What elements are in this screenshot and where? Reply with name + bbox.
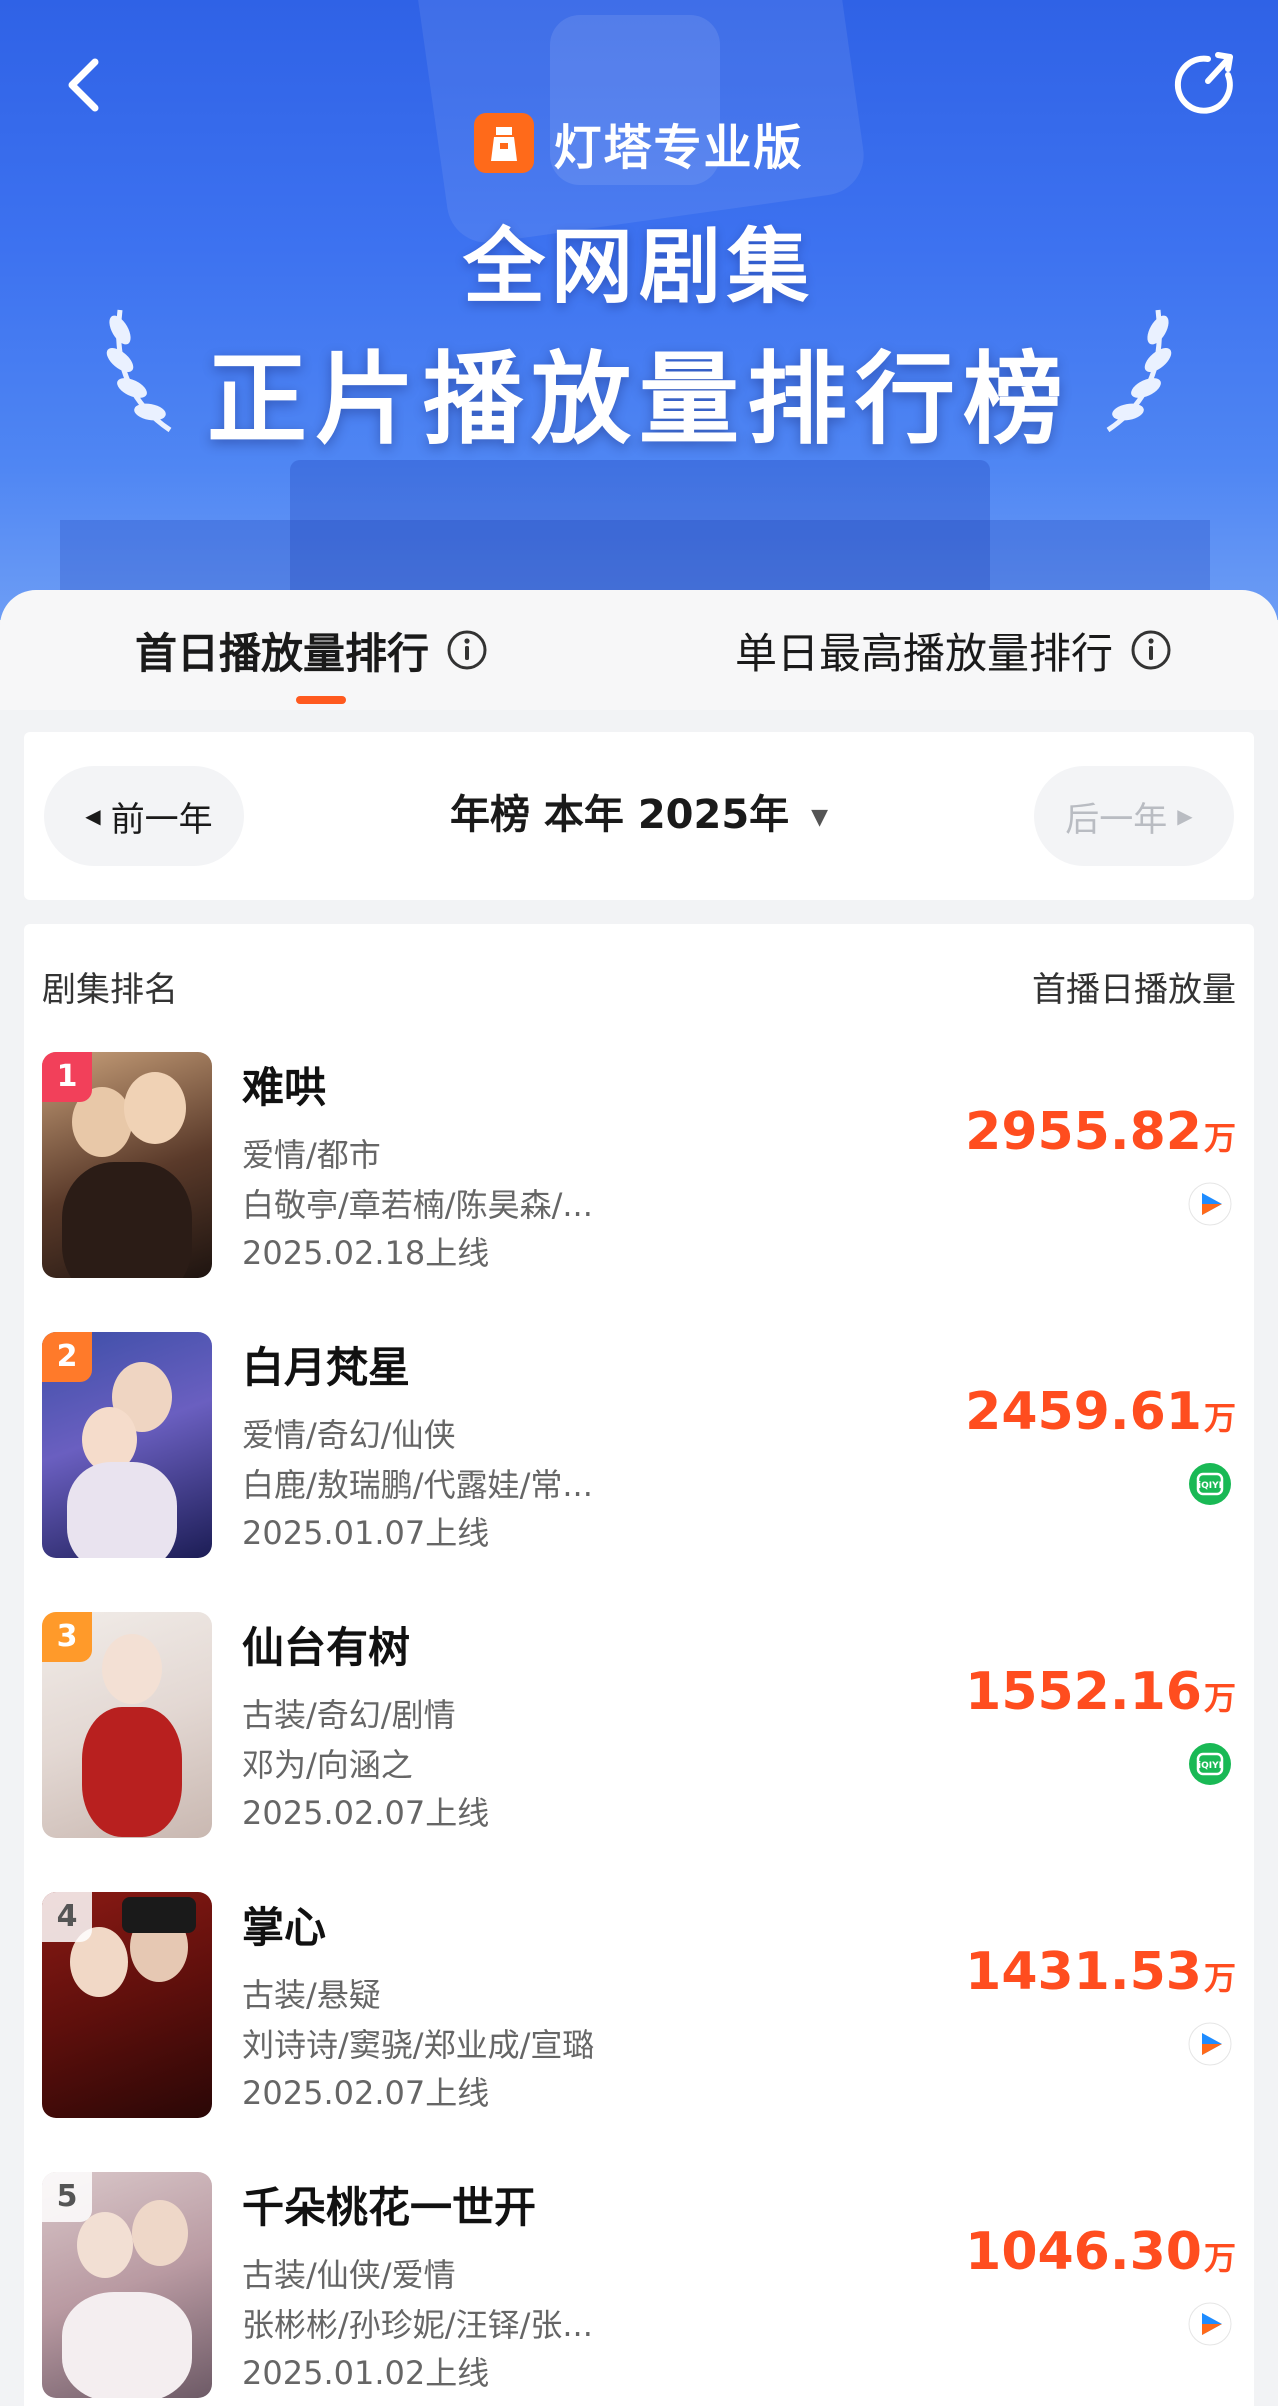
year-selector: ◀ 前一年 年榜 本年 2025年 ▼ 后一年 ▶ [24,732,1254,900]
rank-badge: 1 [42,1052,92,1102]
drama-genre: 古装/悬疑 [242,1976,381,2014]
svg-text:iQIYI: iQIYI [1198,1481,1222,1491]
poster-image: 1 [42,1052,212,1278]
play-count-unit: 万 [1203,1959,1236,1997]
drama-title: 掌心 [242,1903,327,1952]
list-item[interactable]: 4 掌心 古装/悬疑 刘诗诗/窦骁/郑业成/宣璐 2025.02.07上线 14… [42,1892,1236,2122]
drama-genre: 爱情/都市 [242,1136,381,1174]
banner-title-line1: 全网剧集 [462,220,815,315]
play-count: 1046.30万 [965,2222,1236,2282]
next-year-button[interactable]: 后一年 ▶ [1034,766,1234,866]
poster-figure [77,2212,133,2278]
drama-title: 白月梵星 [242,1343,411,1392]
poster-figure [82,1707,182,1837]
poster-figure [67,1462,177,1558]
poster-figure [102,1634,162,1704]
list-item[interactable]: 5 千朵桃花一世开 古装/仙侠/爱情 张彬彬/孙珍妮/汪铎/张... 2025.… [42,2172,1236,2402]
info-icon[interactable] [445,628,489,672]
rank-badge: 4 [42,1892,92,1942]
youku-icon [1188,2302,1232,2346]
column-header-plays: 首播日播放量 [1032,970,1236,1010]
svg-text:iQIYI: iQIYI [1198,1761,1222,1771]
header-banner: 灯塔专业版 全网剧集 正片播放量排行榜 [0,0,1278,620]
poster-image: 2 [42,1332,212,1558]
play-count-value: 2459.61 [965,1382,1202,1442]
release-date: 2025.01.02上线 [242,2354,490,2392]
triangle-right-icon: ▶ [1177,804,1193,828]
poster-figure [122,1897,196,1933]
poster-figure [132,2200,188,2266]
list-header: 剧集排名 首播日播放量 [42,962,1236,1011]
drama-cast: 邓为/向涵之 [242,1746,413,1784]
lighthouse-logo-icon [474,113,535,173]
poster-figure [62,1162,192,1278]
rank-badge: 5 [42,2172,92,2222]
drama-genre: 古装/奇幻/剧情 [242,1696,456,1734]
poster-image: 4 [42,1892,212,2118]
play-count: 1431.53万 [965,1942,1236,2002]
youku-icon [1188,1182,1232,1226]
list-item[interactable]: 3 仙台有树 古装/奇幻/剧情 邓为/向涵之 2025.02.07上线 1552… [42,1612,1236,1842]
release-date: 2025.02.18上线 [242,1234,490,1272]
release-date: 2025.02.07上线 [242,2074,490,2112]
poster-image: 3 [42,1612,212,1838]
youku-icon [1188,2022,1232,2066]
tab-label: 首日播放量排行 [135,628,430,678]
play-count-value: 1552.16 [965,1662,1202,1722]
ranking-list: 剧集排名 首播日播放量 1 难哄 爱情/都市 白敬亭/章若楠/陈昊森/... 2… [24,924,1254,2406]
drama-cast: 白鹿/敖瑞鹏/代露娃/常... [242,1466,593,1504]
iqiyi-icon: iQIYI [1189,1743,1231,1785]
drama-cast: 刘诗诗/窦骁/郑业成/宣璐 [242,2026,595,2064]
drama-genre: 爱情/奇幻/仙侠 [242,1416,456,1454]
play-count-value: 2955.82 [965,1102,1202,1162]
tab-bar: 首日播放量排行 单日最高播放量排行 [0,590,1278,710]
list-item[interactable]: 2 白月梵星 爱情/奇幻/仙侠 白鹿/敖瑞鹏/代露娃/常... 2025.01.… [42,1332,1236,1562]
poster-figure [124,1072,186,1144]
play-count-unit: 万 [1203,2239,1236,2277]
play-count-unit: 万 [1203,1399,1236,1437]
iqiyi-icon: iQIYI [1189,1463,1231,1505]
poster-image: 5 [42,2172,212,2398]
play-count-unit: 万 [1203,1119,1236,1157]
rank-badge: 2 [42,1332,92,1382]
tab-label: 单日最高播放量排行 [735,628,1114,678]
active-tab-indicator [296,696,346,704]
play-count: 2955.82万 [965,1102,1236,1162]
column-header-drama: 剧集排名 [42,970,178,1010]
drama-title: 难哄 [242,1063,327,1112]
tab-first-day-plays[interactable]: 首日播放量排行 [135,620,489,680]
drama-title: 仙台有树 [242,1623,411,1672]
play-count-unit: 万 [1203,1679,1236,1717]
list-item[interactable]: 1 难哄 爱情/都市 白敬亭/章若楠/陈昊森/... 2025.02.18上线 … [42,1052,1236,1282]
drama-title: 千朵桃花一世开 [242,2183,537,2232]
release-date: 2025.02.07上线 [242,1794,490,1832]
drama-cast: 张彬彬/孙珍妮/汪铎/张... [242,2306,593,2344]
drama-cast: 白敬亭/章若楠/陈昊森/... [242,1186,593,1224]
rank-badge: 3 [42,1612,92,1662]
brand-name: 灯塔专业版 [553,120,804,176]
play-count-value: 1046.30 [965,2222,1202,2282]
tab-single-day-max-plays[interactable]: 单日最高播放量排行 [735,620,1173,680]
year-dropdown-label: 年榜 本年 2025年 [449,792,790,838]
next-year-label: 后一年 [1065,799,1168,840]
info-icon[interactable] [1129,628,1173,672]
brand: 灯塔专业版 [0,108,1278,178]
play-count: 1552.16万 [965,1662,1236,1722]
release-date: 2025.01.07上线 [242,1514,490,1552]
banner-title-line2: 正片播放量排行榜 [207,341,1071,458]
caret-down-icon: ▼ [811,804,829,830]
poster-figure [62,2292,192,2398]
play-count-value: 1431.53 [965,1942,1202,2002]
drama-genre: 古装/仙侠/爱情 [242,2256,456,2294]
play-count: 2459.61万 [965,1382,1236,1442]
